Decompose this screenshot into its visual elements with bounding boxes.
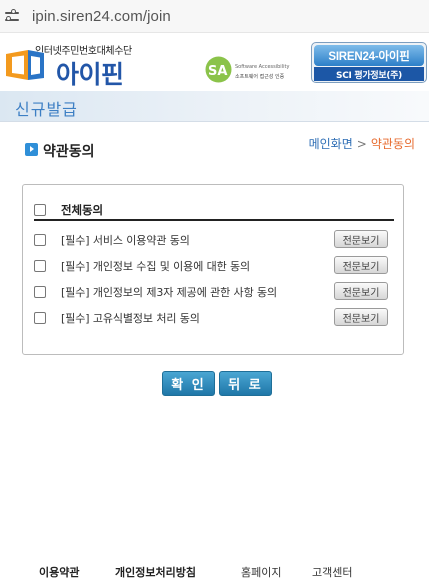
view-terms-button[interactable]: 전문보기 [334,230,388,248]
view-privacy-button[interactable]: 전문보기 [334,256,388,274]
section-title: 약관동의 [43,144,95,160]
sci-label: SCI 평가정보(주) [314,67,424,81]
siren24-badge[interactable]: SIREN24-아이핀 SCI 평가정보(주) [311,42,427,83]
footer-homepage-link[interactable]: 홈페이지 [241,564,281,580]
siren24-label: SIREN24-아이핀 [314,45,424,66]
logo-name: 아이핀 [56,60,124,89]
page-title: 신규발급 [15,100,78,119]
section-arrow-icon [25,143,38,156]
agree-unique-id-checkbox[interactable] [34,312,46,324]
breadcrumb-current: 약관동의 [370,137,415,151]
agree-terms-label[interactable]: [필수] 서비스 이용약관 동의 [61,232,190,248]
back-button[interactable]: 뒤 로 [219,371,272,396]
site-header: 인터넷주민번호대체수단 아이핀 SA Software Accessibilit… [0,33,429,91]
url-text[interactable]: ipin.siren24.com/join [32,8,171,25]
agreement-row-terms: [필수] 서비스 이용약관 동의 전문보기 [34,230,390,250]
agree-all-row: 전체동의 [34,200,390,220]
footer-terms-link[interactable]: 이용약관 [39,564,79,580]
sa-text-korean: 소프트웨어 접근성 인증 [235,74,285,80]
breadcrumb: 메인화면 > 약관동의 [309,135,415,152]
agree-third-party-checkbox[interactable] [34,286,46,298]
agreement-row-privacy: [필수] 개인정보 수집 및 이용에 대한 동의 전문보기 [34,256,390,276]
agree-privacy-label[interactable]: [필수] 개인정보 수집 및 이용에 대한 동의 [61,258,250,274]
page-title-bar: 신규발급 [0,91,429,122]
browser-url-bar[interactable]: ipin.siren24.com/join [0,0,429,33]
agree-unique-id-label[interactable]: [필수] 고유식별정보 처리 동의 [61,310,200,326]
agree-terms-checkbox[interactable] [34,234,46,246]
ipin-logo[interactable]: 인터넷주민번호대체수단 아이핀 [4,41,144,89]
view-unique-id-button[interactable]: 전문보기 [334,308,388,326]
footer-links: 이용약관 개인정보처리방침 홈페이지 고객센터 [0,558,429,580]
breadcrumb-home-link[interactable]: 메인화면 [309,137,353,151]
svg-text:SA: SA [208,64,227,79]
site-settings-icon[interactable] [5,9,21,23]
footer-privacy-link[interactable]: 개인정보처리방침 [115,564,196,580]
view-third-party-button[interactable]: 전문보기 [334,282,388,300]
footer-support-link[interactable]: 고객센터 [312,564,352,580]
agreement-box: 전체동의 [필수] 서비스 이용약관 동의 전문보기 [필수] 개인정보 수집 … [22,184,404,355]
agree-all-label[interactable]: 전체동의 [61,202,103,218]
agreement-row-unique-id: [필수] 고유식별정보 처리 동의 전문보기 [34,308,390,328]
sa-mark-icon: SA [205,56,232,83]
agree-third-party-label[interactable]: [필수] 개인정보의 제3자 제공에 관한 사항 동의 [61,284,277,300]
breadcrumb-separator: > [356,137,367,151]
agreement-divider [34,219,394,221]
software-accessibility-badge: SA Software Accessibility 소프트웨어 접근성 인증 [205,56,301,84]
agree-privacy-checkbox[interactable] [34,260,46,272]
ipin-logo-mark-icon [6,50,44,80]
agree-all-checkbox[interactable] [34,204,46,216]
sa-text-english: Software Accessibility [235,64,290,70]
agreement-row-third-party: [필수] 개인정보의 제3자 제공에 관한 사항 동의 전문보기 [34,282,390,302]
confirm-button[interactable]: 확 인 [162,371,215,396]
